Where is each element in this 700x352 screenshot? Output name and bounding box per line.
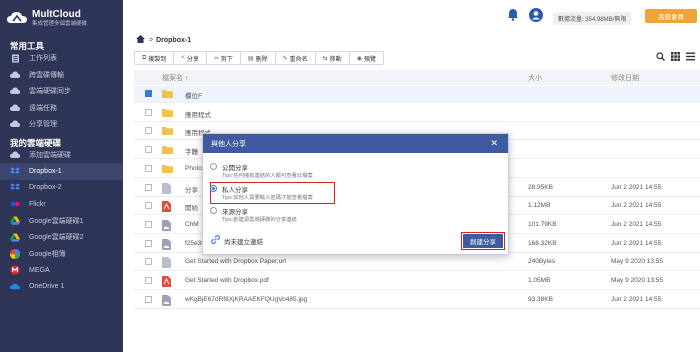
upgrade-button[interactable]: 高級會員 [645,9,697,23]
avatar[interactable] [529,8,543,22]
sidebar-item-label: 跨雲碟傳輸 [29,71,64,79]
sidebar-item-label: OneDrive 1 [29,283,65,291]
link-icon [211,235,220,246]
brand-name: MultCloud [32,8,81,20]
sidebar-item-drives-6[interactable]: Google相簿 [0,246,123,263]
sidebar-item-drives-8[interactable]: OneDrive 1 [0,279,123,296]
section-common-tools: 常用工具 [10,41,45,51]
flickr-icon [10,199,20,209]
sidebar-item-drives-7[interactable]: MEGA [0,262,123,279]
sidebar-item-label: MEGA [29,266,50,274]
share-dialog: 與他人分享 ✕ 公開分享 Tips:任何擁有連結的人都可查看此檔案 私人分享 T… [202,133,509,255]
sidebar-item-label: 分享管理 [29,121,57,129]
sidebar-item-drives-3[interactable]: Flickr [0,196,123,213]
create-share-button[interactable]: 創建分享 [461,232,505,250]
cloud-download-icon [10,103,20,113]
sidebar-item-label: Google雲端硬碟2 [29,234,84,242]
option-source-tip: Tips:創建源雲端硬碟的分享連結 [222,217,297,223]
share-icon [10,119,20,129]
sidebar-item-label: 遠端任務 [29,104,57,112]
radio-source[interactable] [210,207,217,214]
sidebar-item-tools-0[interactable]: 工作列表 [0,50,123,67]
sidebar-item-label: Flickr [29,200,46,208]
radio-public[interactable] [210,163,217,170]
brand[interactable]: MultCloud 集成管理多個雲端硬碟 [0,0,123,36]
list-icon [10,53,20,63]
sidebar-item-label: Google相簿 [29,250,66,258]
sidebar-item-tools-2[interactable]: 雲端硬碟同步 [0,83,123,100]
radio-private[interactable] [210,185,217,192]
add-cloud-icon [10,150,20,160]
sidebar-item-label: Google雲端硬碟1 [29,217,84,225]
onedrive-icon [10,282,20,292]
sidebar-item-label: Dropbox-2 [29,184,62,192]
section-my-drives: 我的雲端硬碟 [10,137,62,148]
sidebar-item-drives-2[interactable]: Dropbox-2 [0,180,123,197]
sidebar-item-label: Dropbox-1 [29,167,62,175]
sidebar-item-drives-0[interactable]: 添加雲端硬碟 [0,147,123,164]
sidebar-item-drives-5[interactable]: Google雲端硬碟2 [0,229,123,246]
traffic-readout: 數據流量: 354.98MB/無限 [553,12,632,25]
sidebar-item-tools-3[interactable]: 遠端任務 [0,100,123,117]
dialog-title: 與他人分享 [211,140,246,148]
dialog-header: 與他人分享 ✕ [203,134,508,153]
option-private-tip: Tips:其他人需要輸入密碼才能查看檔案 [222,195,313,201]
link-status: 尚未建立連結 [211,235,263,246]
sidebar-item-label: 添加雲端硬碟 [29,151,71,159]
cloud-sync-icon [10,86,20,96]
sidebar-item-drives-4[interactable]: Google雲端硬碟1 [0,213,123,230]
mega-icon [10,265,20,275]
multcloud-logo-icon [6,10,28,26]
sidebar-item-label: 雲端硬碟同步 [29,88,71,96]
sidebar: MultCloud 集成管理多個雲端硬碟 常用工具 工作列表跨雲碟傳輸雲端硬碟同… [0,0,123,352]
sidebar-item-tools-4[interactable]: 分享管理 [0,116,123,133]
bell-icon[interactable] [507,8,519,23]
google-drive-icon [10,216,20,226]
dropbox-icon [10,183,20,193]
google-drive-icon [10,232,20,242]
close-icon[interactable]: ✕ [490,138,498,149]
sidebar-item-tools-1[interactable]: 跨雲碟傳輸 [0,67,123,84]
sidebar-item-drives-1[interactable]: Dropbox-1 [0,163,123,180]
option-public-tip: Tips:任何擁有連結的人都可查看此檔案 [222,173,313,179]
topbar: 數據流量: 354.98MB/無限 高級會員 [123,0,700,32]
dropbox-icon [10,166,20,176]
link-status-text: 尚未建立連結 [224,238,263,246]
google-photos-icon [10,248,20,259]
brand-tagline: 集成管理多個雲端硬碟 [32,20,88,27]
sidebar-item-label: 工作列表 [29,55,57,63]
cloud-transfer-icon [10,70,20,80]
